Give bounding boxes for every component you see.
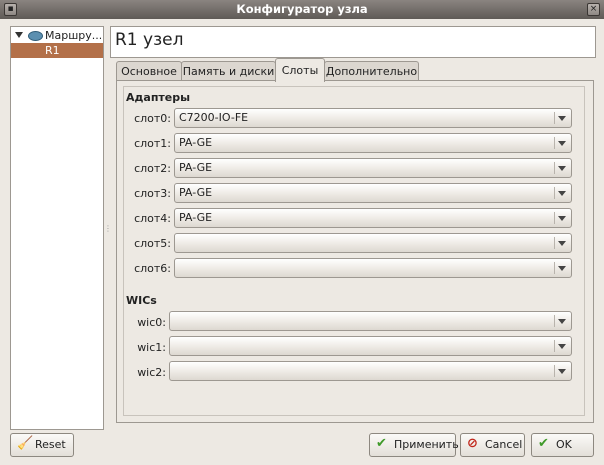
cancel-button[interactable]: ⊘ Cancel	[460, 433, 525, 457]
dropdown-arrow-icon	[558, 141, 566, 146]
slot6-label: слот6:	[134, 262, 171, 275]
tree-item-label: Маршру...	[45, 29, 101, 42]
slot1-label: слот1:	[134, 137, 171, 150]
select-value: PA-GE	[179, 161, 213, 174]
tab-memory-disks[interactable]: Память и диски	[181, 61, 276, 81]
apply-button[interactable]: ✔ Применить	[369, 433, 459, 457]
dropdown-arrow-icon	[558, 241, 566, 246]
window-title: Конфигуратор узла	[236, 2, 368, 16]
dropdown-arrow-icon	[558, 344, 566, 349]
select-value: PA-GE	[179, 186, 213, 199]
tab-general[interactable]: Основное	[116, 61, 182, 81]
slot1-select[interactable]: PA-GE	[174, 133, 572, 153]
wic1-label: wic1:	[137, 341, 166, 354]
window-menu-icon[interactable]: ▪	[4, 3, 17, 16]
tab-label: Дополнительно	[325, 65, 418, 78]
wic1-select[interactable]	[169, 336, 572, 356]
checkmark-icon: ✔	[538, 436, 549, 451]
cancel-icon: ⊘	[467, 436, 478, 451]
dropdown-arrow-icon	[558, 319, 566, 324]
page-title: R1 узел	[115, 30, 184, 50]
slot4-label: слот4:	[134, 212, 171, 225]
wics-section-title: WICs	[126, 294, 157, 307]
dropdown-arrow-icon	[558, 166, 566, 171]
expander-triangle-icon[interactable]	[15, 32, 23, 38]
tab-slots[interactable]: Слоты	[275, 58, 325, 82]
slot6-select[interactable]	[174, 258, 572, 278]
router-icon	[28, 31, 43, 41]
dropdown-arrow-icon	[558, 369, 566, 374]
select-value: PA-GE	[179, 211, 213, 224]
button-label: OK	[556, 438, 572, 451]
slot4-select[interactable]: PA-GE	[174, 208, 572, 228]
button-label: Cancel	[485, 438, 523, 451]
broom-icon: 🧹	[17, 436, 34, 451]
slot3-select[interactable]: PA-GE	[174, 183, 572, 203]
node-tree[interactable]: Маршру... R1	[10, 26, 104, 430]
tree-item-routers[interactable]: Маршру...	[11, 28, 103, 43]
tab-advanced[interactable]: Дополнительно	[324, 61, 419, 81]
wic0-label: wic0:	[137, 316, 166, 329]
slot0-select[interactable]: C7200-IO-FE	[174, 108, 572, 128]
slot5-select[interactable]	[174, 233, 572, 253]
wic0-select[interactable]	[169, 311, 572, 331]
select-value: PA-GE	[179, 136, 213, 149]
close-icon[interactable]: ×	[587, 3, 600, 16]
slot2-select[interactable]: PA-GE	[174, 158, 572, 178]
slot0-label: слот0:	[134, 112, 171, 125]
title-bar: Конфигуратор узла ▪ ×	[0, 0, 604, 19]
wic2-select[interactable]	[169, 361, 572, 381]
dropdown-arrow-icon	[558, 191, 566, 196]
wic2-label: wic2:	[137, 366, 166, 379]
button-label: Reset	[35, 438, 66, 451]
ok-button[interactable]: ✔ OK	[531, 433, 594, 457]
dropdown-arrow-icon	[558, 216, 566, 221]
slot3-label: слот3:	[134, 187, 171, 200]
dropdown-arrow-icon	[558, 116, 566, 121]
select-value: C7200-IO-FE	[179, 111, 249, 124]
slot2-label: слот2:	[134, 162, 171, 175]
dropdown-arrow-icon	[558, 266, 566, 271]
adapters-section-title: Адаптеры	[126, 91, 191, 104]
reset-button[interactable]: 🧹 Reset	[10, 433, 74, 457]
tree-item-label: R1	[45, 44, 60, 57]
pane-splitter-handle[interactable]: ⋮	[104, 224, 112, 233]
tree-item-r1[interactable]: R1	[11, 43, 103, 58]
button-label: Применить	[394, 438, 459, 451]
node-title-box: R1 узел	[110, 26, 596, 58]
tab-label: Основное	[121, 65, 177, 78]
checkmark-icon: ✔	[376, 436, 387, 451]
tab-label: Память и диски	[182, 65, 275, 78]
slot5-label: слот5:	[134, 237, 171, 250]
tab-label: Слоты	[281, 64, 319, 77]
